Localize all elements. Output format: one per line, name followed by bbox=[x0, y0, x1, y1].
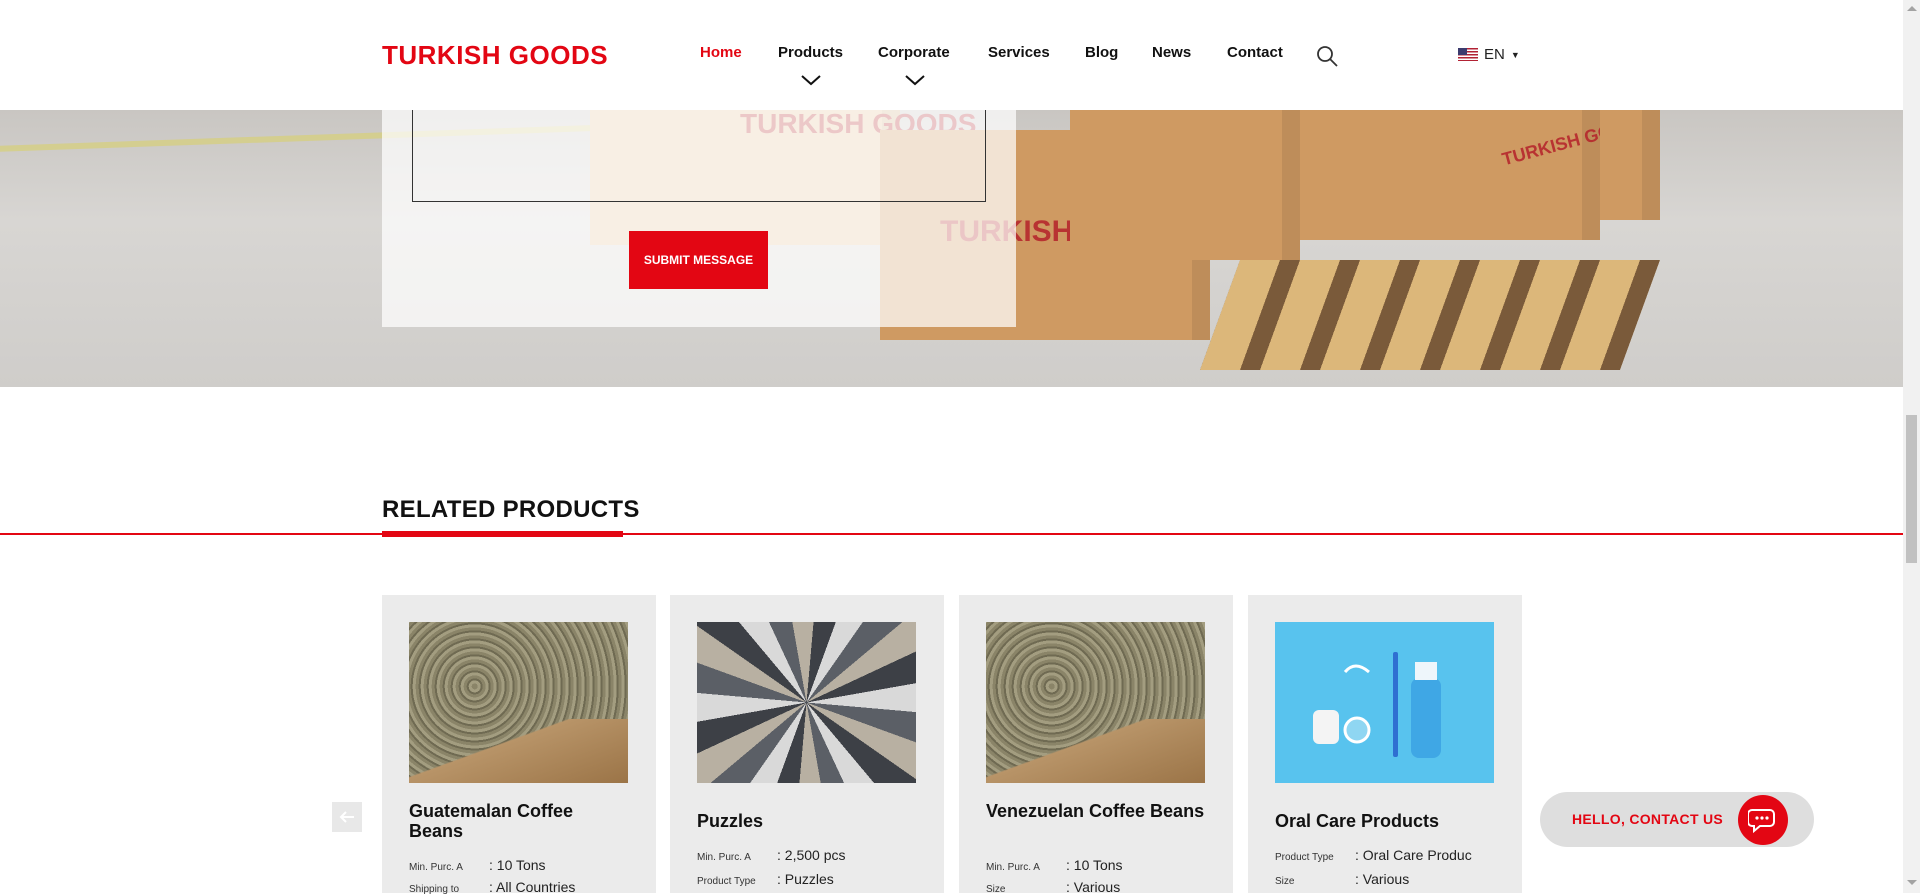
cardboard-box bbox=[1070, 110, 1300, 260]
logo-text: TURKISH GOODS bbox=[382, 40, 609, 70]
submit-message-button[interactable]: SUBMIT MESSAGE bbox=[629, 231, 768, 289]
product-spec: Min. Purc. A : 10 Tons bbox=[409, 857, 639, 873]
product-card[interactable]: Oral Care Products Product Type : Oral Ca… bbox=[1248, 595, 1522, 893]
product-spec: Product Type : Oral Care Produc bbox=[1275, 847, 1505, 863]
message-textarea[interactable] bbox=[412, 110, 986, 202]
search-icon[interactable] bbox=[1315, 44, 1339, 68]
products-chevron-down-icon[interactable] bbox=[800, 74, 822, 86]
product-spec: Size : Various bbox=[1275, 871, 1505, 887]
section-title-underline bbox=[382, 531, 623, 537]
nav-contact[interactable]: Contact bbox=[1227, 44, 1283, 61]
site-header: TURKISH GOODS Home Products Corporate Se… bbox=[0, 0, 1903, 110]
spec-key: Size bbox=[986, 884, 1006, 895]
nav-corporate[interactable]: Corporate bbox=[878, 44, 950, 61]
scroll-down-arrow-icon[interactable] bbox=[1907, 880, 1917, 885]
spec-key: Min. Purc. A bbox=[986, 862, 1040, 873]
chat-bubble-icon[interactable] bbox=[1738, 795, 1788, 845]
carousel-prev-button[interactable] bbox=[332, 802, 362, 832]
product-spec: Min. Purc. A : 2,500 pcs bbox=[697, 847, 927, 863]
product-name[interactable]: Guatemalan Coffee Beans bbox=[409, 801, 629, 841]
coffee-beans-image[interactable] bbox=[986, 622, 1205, 783]
scrollbar-thumb[interactable] bbox=[1906, 415, 1917, 563]
contact-us-widget[interactable]: HELLO, CONTACT US bbox=[1540, 792, 1814, 847]
spec-value: : 2,500 pcs bbox=[777, 847, 846, 863]
spec-key: Shipping to bbox=[409, 884, 460, 895]
cardboard-box bbox=[1600, 110, 1660, 220]
caret-down-icon: ▼ bbox=[1510, 49, 1520, 60]
brand-logo[interactable]: TURKISH GOODS bbox=[382, 34, 608, 74]
nav-news[interactable]: News bbox=[1152, 44, 1191, 61]
contact-us-label: HELLO, CONTACT US bbox=[1572, 811, 1724, 827]
oral-care-products-icon bbox=[1313, 652, 1441, 758]
spec-value: : 10 Tons bbox=[489, 857, 546, 873]
spec-value: : 10 Tons bbox=[1066, 857, 1123, 873]
spec-value: : Puzzles bbox=[777, 871, 834, 887]
product-card[interactable]: Guatemalan Coffee Beans Min. Purc. A : 10… bbox=[382, 595, 656, 895]
nav-services[interactable]: Services bbox=[988, 44, 1050, 61]
spec-key: Size bbox=[1275, 876, 1295, 887]
corporate-chevron-down-icon[interactable] bbox=[904, 74, 926, 86]
nav-products[interactable]: Products bbox=[778, 44, 843, 61]
spec-key: Min. Purc. A bbox=[697, 852, 751, 863]
spec-value: : Oral Care Produc bbox=[1355, 847, 1472, 863]
spec-key: Product Type bbox=[697, 876, 756, 887]
product-name[interactable]: Venezuelan Coffee Beans bbox=[986, 801, 1206, 821]
arrow-left-icon bbox=[339, 811, 354, 823]
language-selector[interactable]: EN ▼ bbox=[1458, 46, 1520, 63]
section-title: RELATED PRODUCTS bbox=[382, 496, 640, 523]
spec-key: Product Type bbox=[1275, 852, 1334, 863]
product-spec: Product Type : Puzzles bbox=[697, 871, 927, 887]
language-code: EN bbox=[1484, 46, 1505, 63]
product-spec: Min. Purc. A : 10 Tons bbox=[986, 857, 1216, 873]
section-divider bbox=[0, 533, 1903, 535]
oral-care-image[interactable] bbox=[1275, 622, 1494, 783]
cardboard-box: TURKISH GOODS bbox=[1300, 110, 1652, 240]
product-card[interactable]: Venezuelan Coffee Beans Min. Purc. A : 10… bbox=[959, 595, 1233, 895]
product-name[interactable]: Puzzles bbox=[697, 811, 917, 831]
contact-form-panel: SUBMIT MESSAGE bbox=[382, 110, 1016, 327]
spec-value: : Various bbox=[1355, 871, 1410, 887]
scroll-up-arrow-icon[interactable] bbox=[1907, 6, 1917, 11]
product-card[interactable]: Puzzles Min. Purc. A : 2,500 pcs Product … bbox=[670, 595, 944, 893]
hero-banner: TURKISH GOODS TURKISH GOODS TURKISH GOOD… bbox=[0, 110, 1903, 387]
nav-blog[interactable]: Blog bbox=[1085, 44, 1118, 61]
coffee-beans-image[interactable] bbox=[409, 622, 628, 783]
spec-key: Min. Purc. A bbox=[409, 862, 463, 873]
puzzle-pieces-image[interactable] bbox=[697, 622, 916, 783]
nav-home[interactable]: Home bbox=[700, 44, 742, 61]
page-scrollbar[interactable] bbox=[1903, 0, 1920, 893]
us-flag-icon bbox=[1458, 48, 1478, 61]
wooden-pallet bbox=[1199, 260, 1661, 370]
product-name[interactable]: Oral Care Products bbox=[1275, 811, 1495, 831]
